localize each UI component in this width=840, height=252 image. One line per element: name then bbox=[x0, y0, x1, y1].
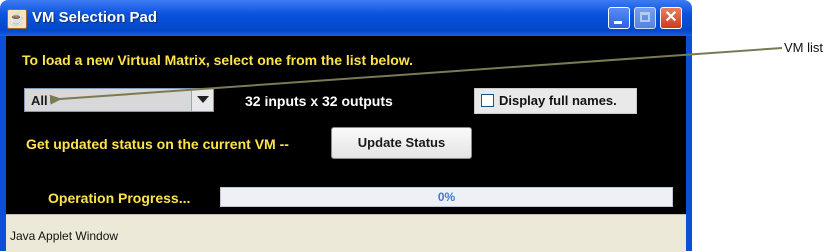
vm-list-annotation: VM list bbox=[784, 40, 823, 55]
callout-arrow bbox=[49, 47, 783, 105]
